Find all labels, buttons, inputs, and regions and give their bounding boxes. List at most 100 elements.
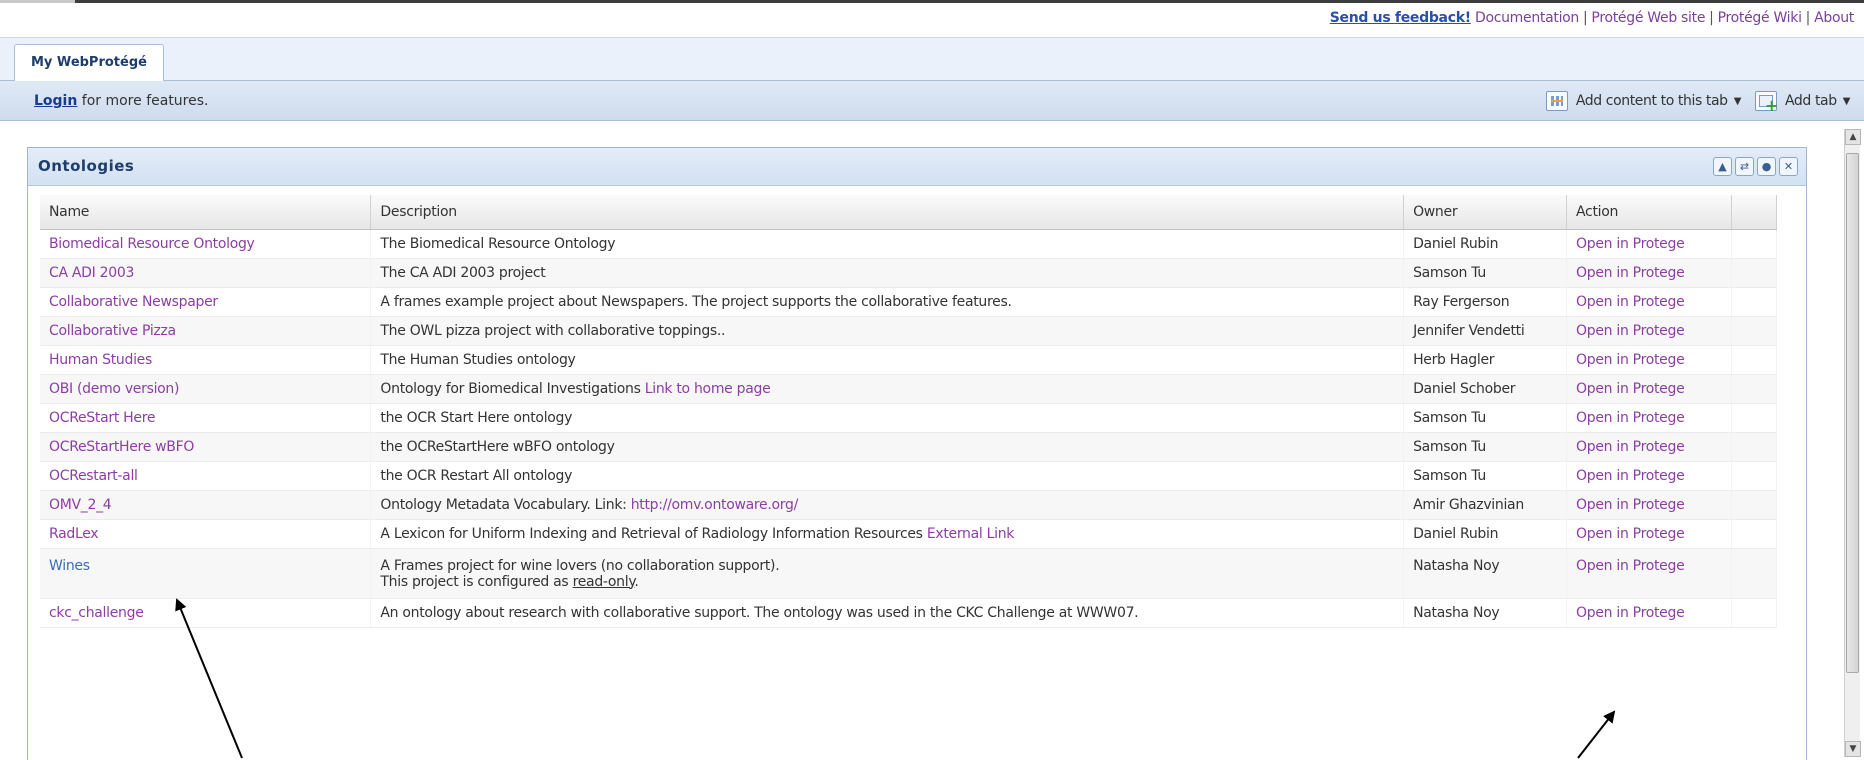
ontology-name-link[interactable]: Biomedical Resource Ontology bbox=[49, 236, 255, 252]
open-in-protege-link[interactable]: Open in Protege bbox=[1576, 497, 1685, 513]
page-content: Ontologies ▲ ⇄ ● ✕ Name Description Owne… bbox=[0, 121, 1864, 760]
login-message: Login for more features. bbox=[34, 93, 208, 109]
read-only-link[interactable]: read-only bbox=[573, 574, 635, 590]
ontology-name-link[interactable]: OCReStart Here bbox=[49, 410, 155, 426]
add-content-icon bbox=[1545, 91, 1568, 111]
ontology-description: The Human Studies ontology bbox=[370, 345, 1405, 375]
vertical-scrollbar[interactable]: ▲ ▼ bbox=[1844, 129, 1861, 757]
refresh-icon[interactable]: ⇄ bbox=[1735, 157, 1754, 176]
window-top-edge bbox=[0, 0, 1864, 4]
open-in-protege-link[interactable]: Open in Protege bbox=[1576, 352, 1685, 368]
column-header-name[interactable]: Name bbox=[40, 195, 372, 230]
ontology-owner: Daniel Rubin bbox=[1403, 229, 1568, 259]
open-in-protege-link[interactable]: Open in Protege bbox=[1576, 265, 1685, 281]
window-top-bar bbox=[75, 0, 1864, 3]
ontology-description: An ontology about research with collabor… bbox=[370, 598, 1405, 628]
scroll-down-icon[interactable]: ▼ bbox=[1845, 741, 1861, 757]
table-row: Collaborative Newspaper A frames example … bbox=[40, 287, 1778, 317]
column-header-action[interactable]: Action bbox=[1566, 195, 1732, 230]
login-bar: Login for more features. Add content to … bbox=[0, 81, 1864, 121]
ontology-name-link[interactable]: Collaborative Pizza bbox=[49, 323, 176, 339]
chevron-down-icon: ▼ bbox=[1842, 95, 1851, 107]
add-tab-label: Add tab bbox=[1784, 93, 1837, 109]
window-top-cap bbox=[0, 0, 75, 3]
login-suffix: for more features. bbox=[77, 93, 209, 109]
ontology-name-link[interactable]: ckc_challenge bbox=[49, 605, 144, 621]
scroll-thumb[interactable] bbox=[1846, 153, 1859, 673]
open-in-protege-link[interactable]: Open in Protege bbox=[1576, 323, 1685, 339]
ontology-owner: Natasha Noy bbox=[1403, 548, 1568, 599]
open-in-protege-link[interactable]: Open in Protege bbox=[1576, 294, 1685, 310]
description-line-1: A Frames project for wine lovers (no col… bbox=[380, 557, 780, 574]
ontology-name-link[interactable]: OCReStartHere wBFO bbox=[49, 439, 194, 455]
description-link[interactable]: http://omv.ontoware.org/ bbox=[631, 497, 799, 513]
ontology-owner: Daniel Schober bbox=[1403, 374, 1568, 404]
table-row: OCReStartHere wBFO the OCReStartHere wBFO… bbox=[40, 432, 1778, 462]
description-text: the OCR Restart All ontology bbox=[380, 467, 573, 484]
open-in-protege-link[interactable]: Open in Protege bbox=[1576, 468, 1685, 484]
open-in-protege-link[interactable]: Open in Protege bbox=[1576, 526, 1685, 542]
ontology-name-link[interactable]: OCRestart-all bbox=[49, 468, 138, 484]
open-in-protege-link[interactable]: Open in Protege bbox=[1576, 558, 1685, 574]
ontology-owner: Ray Fergerson bbox=[1403, 287, 1568, 317]
website-link[interactable]: Protégé Web site bbox=[1591, 10, 1705, 26]
scroll-up-icon[interactable]: ▲ bbox=[1845, 129, 1861, 145]
add-tab-button[interactable]: Add tab ▼ bbox=[1754, 91, 1851, 114]
ontology-owner: Natasha Noy bbox=[1403, 598, 1568, 628]
settings-icon[interactable]: ● bbox=[1757, 157, 1776, 176]
description-text: the OCR Start Here ontology bbox=[380, 409, 573, 426]
table-row: CA ADI 2003 The CA ADI 2003 project Samson… bbox=[40, 258, 1778, 288]
ontology-name-link[interactable]: CA ADI 2003 bbox=[49, 265, 134, 281]
add-content-button[interactable]: Add content to this tab ▼ bbox=[1545, 91, 1741, 111]
open-in-protege-link[interactable]: Open in Protege bbox=[1576, 605, 1685, 621]
description-text: This project is configured as bbox=[380, 573, 573, 590]
separator: | bbox=[1583, 10, 1588, 26]
collapse-icon[interactable]: ▲ bbox=[1713, 157, 1732, 176]
ontology-owner: Amir Ghazvinian bbox=[1403, 490, 1568, 520]
feedback-link[interactable]: Send us feedback! bbox=[1330, 10, 1471, 26]
separator: | bbox=[1805, 10, 1811, 26]
tab-bar: My WebProtégé bbox=[0, 37, 1864, 82]
add-content-label: Add content to this tab bbox=[1575, 93, 1728, 109]
column-header-owner[interactable]: Owner bbox=[1403, 195, 1568, 230]
top-links: Send us feedback! Documentation | Protégé … bbox=[1330, 10, 1855, 26]
ontology-name-link[interactable]: OBI (demo version) bbox=[49, 381, 179, 397]
column-header-description[interactable]: Description bbox=[370, 195, 1405, 230]
tab-my-webprotege[interactable]: My WebProtégé bbox=[14, 44, 164, 82]
open-in-protege-link[interactable]: Open in Protege bbox=[1576, 381, 1685, 397]
close-icon[interactable]: ✕ bbox=[1779, 157, 1798, 176]
open-in-protege-link[interactable]: Open in Protege bbox=[1576, 236, 1685, 252]
ontology-owner: Samson Tu bbox=[1403, 461, 1568, 491]
table-row: OBI (demo version) Ontology for Biomedica… bbox=[40, 374, 1778, 404]
table-row: RadLex A Lexicon for Uniform Indexing and… bbox=[40, 519, 1778, 549]
ontology-name-link[interactable]: Collaborative Newspaper bbox=[49, 294, 218, 310]
wiki-link[interactable]: Protégé Wiki bbox=[1718, 10, 1802, 26]
ontology-owner: Samson Tu bbox=[1403, 432, 1568, 462]
ontology-name-link[interactable]: OMV_2_4 bbox=[49, 497, 112, 513]
ontology-name-link[interactable]: Human Studies bbox=[49, 352, 152, 368]
ontology-description: The CA ADI 2003 project bbox=[370, 258, 1405, 288]
ontology-name-link[interactable]: RadLex bbox=[49, 526, 99, 542]
ontology-owner: Jennifer Vendetti bbox=[1403, 316, 1568, 346]
table-row: OCReStart Here the OCR Start Here ontolog… bbox=[40, 403, 1778, 433]
table-row: ckc_challenge An ontology about research… bbox=[40, 598, 1778, 628]
ontology-description: Ontology for Biomedical Investigations L… bbox=[370, 374, 1405, 404]
ontology-description: the OCReStartHere wBFO ontology bbox=[370, 432, 1405, 462]
open-in-protege-link[interactable]: Open in Protege bbox=[1576, 439, 1685, 455]
description-text: The CA ADI 2003 project bbox=[380, 264, 546, 281]
ontology-owner: Samson Tu bbox=[1403, 403, 1568, 433]
table-row: Human Studies The Human Studies ontology H… bbox=[40, 345, 1778, 375]
open-in-protege-link[interactable]: Open in Protege bbox=[1576, 410, 1685, 426]
ontology-description: A Lexicon for Uniform Indexing and Retri… bbox=[370, 519, 1405, 549]
ontology-name-link[interactable]: Wines bbox=[49, 558, 90, 574]
ontology-description: A Frames project for wine lovers (no col… bbox=[370, 548, 1405, 599]
add-tab-icon bbox=[1754, 91, 1778, 114]
table-row: Biomedical Resource Ontology The Biomedic… bbox=[40, 229, 1778, 259]
documentation-link[interactable]: Documentation bbox=[1475, 10, 1579, 26]
description-text: The OWL pizza project with collaborative… bbox=[380, 322, 726, 339]
description-link[interactable]: External Link bbox=[927, 526, 1015, 542]
about-link[interactable]: About bbox=[1814, 10, 1854, 26]
login-link[interactable]: Login bbox=[34, 93, 77, 109]
description-link[interactable]: Link to home page bbox=[645, 381, 771, 397]
ontology-description: the OCR Start Here ontology bbox=[370, 403, 1405, 433]
